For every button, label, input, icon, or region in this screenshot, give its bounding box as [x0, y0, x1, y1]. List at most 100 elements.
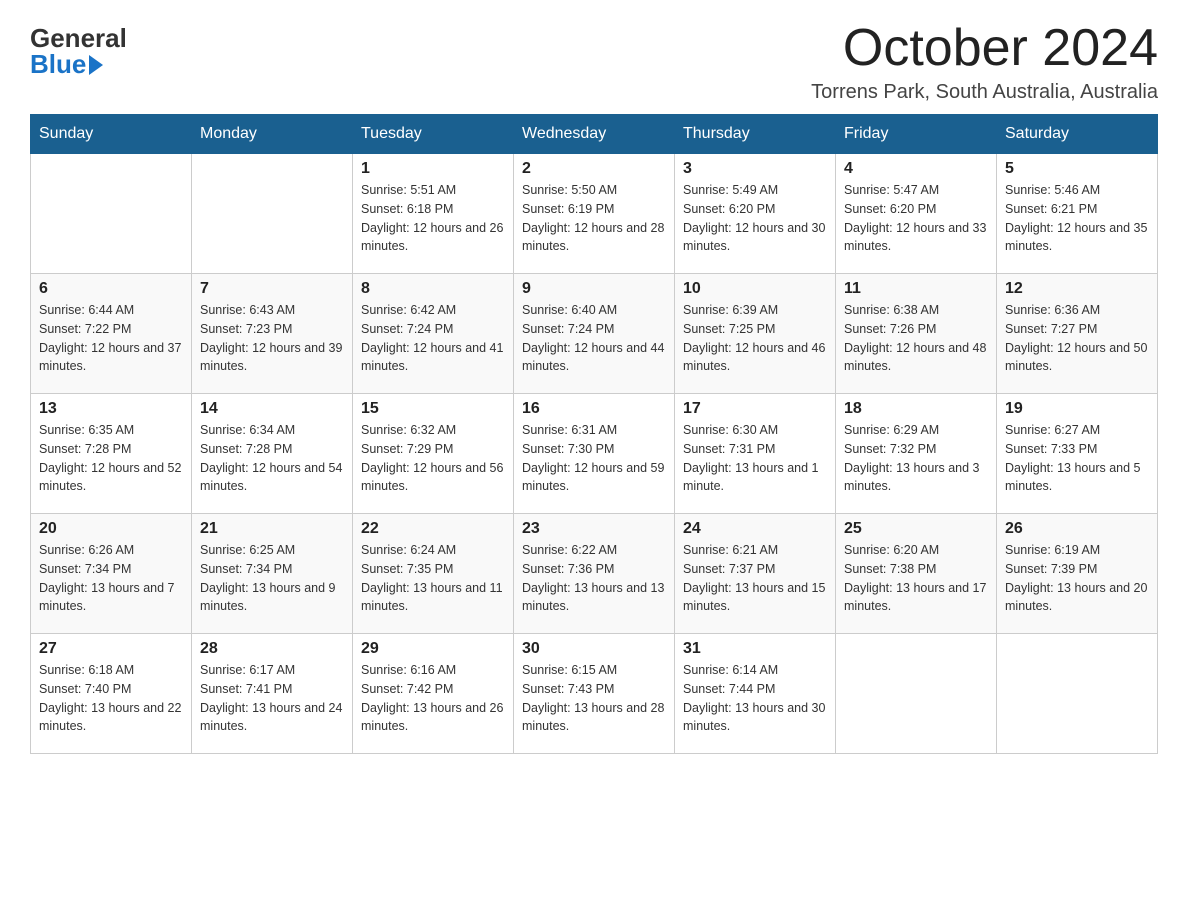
- header-sunday: Sunday: [31, 115, 192, 154]
- calendar-week-row: 13 Sunrise: 6:35 AM Sunset: 7:28 PM Dayli…: [31, 394, 1158, 514]
- logo-blue-text: Blue: [30, 51, 86, 77]
- day-number: 2: [522, 160, 666, 178]
- calendar-week-row: 20 Sunrise: 6:26 AM Sunset: 7:34 PM Dayli…: [31, 514, 1158, 634]
- day-info: Sunrise: 6:17 AM Sunset: 7:41 PM Dayligh…: [200, 661, 344, 736]
- day-info: Sunrise: 6:40 AM Sunset: 7:24 PM Dayligh…: [522, 301, 666, 376]
- day-info: Sunrise: 6:26 AM Sunset: 7:34 PM Dayligh…: [39, 541, 183, 616]
- table-row: 20 Sunrise: 6:26 AM Sunset: 7:34 PM Dayli…: [31, 514, 192, 634]
- calendar-week-row: 27Sunrise: 6:18 AM Sunset: 7:40 PM Dayli…: [31, 634, 1158, 754]
- day-info: Sunrise: 6:38 AM Sunset: 7:26 PM Dayligh…: [844, 301, 988, 376]
- day-number: 26: [1005, 520, 1149, 538]
- day-info: Sunrise: 6:15 AM Sunset: 7:43 PM Dayligh…: [522, 661, 666, 736]
- logo: General Blue: [30, 25, 127, 77]
- table-row: 14Sunrise: 6:34 AM Sunset: 7:28 PM Dayli…: [192, 394, 353, 514]
- day-number: 12: [1005, 280, 1149, 298]
- logo-arrow-icon: [89, 55, 103, 75]
- day-number: 18: [844, 400, 988, 418]
- table-row: 9 Sunrise: 6:40 AM Sunset: 7:24 PM Daylig…: [514, 274, 675, 394]
- day-number: 25: [844, 520, 988, 538]
- table-row: [836, 634, 997, 754]
- table-row: 25 Sunrise: 6:20 AM Sunset: 7:38 PM Dayli…: [836, 514, 997, 634]
- day-number: 4: [844, 160, 988, 178]
- table-row: 13 Sunrise: 6:35 AM Sunset: 7:28 PM Dayli…: [31, 394, 192, 514]
- header-monday: Monday: [192, 115, 353, 154]
- day-number: 8: [361, 280, 505, 298]
- day-number: 20: [39, 520, 183, 538]
- table-row: 21Sunrise: 6:25 AM Sunset: 7:34 PM Dayli…: [192, 514, 353, 634]
- table-row: 23Sunrise: 6:22 AM Sunset: 7:36 PM Dayli…: [514, 514, 675, 634]
- day-info: Sunrise: 6:22 AM Sunset: 7:36 PM Dayligh…: [522, 541, 666, 616]
- day-info: Sunrise: 6:30 AM Sunset: 7:31 PM Dayligh…: [683, 421, 827, 496]
- table-row: 30 Sunrise: 6:15 AM Sunset: 7:43 PM Dayli…: [514, 634, 675, 754]
- calendar-week-row: 6 Sunrise: 6:44 AM Sunset: 7:22 PM Daylig…: [31, 274, 1158, 394]
- day-number: 1: [361, 160, 505, 178]
- day-number: 13: [39, 400, 183, 418]
- day-info: Sunrise: 6:42 AM Sunset: 7:24 PM Dayligh…: [361, 301, 505, 376]
- table-row: 7 Sunrise: 6:43 AM Sunset: 7:23 PM Daylig…: [192, 274, 353, 394]
- day-number: 29: [361, 640, 505, 658]
- header-tuesday: Tuesday: [353, 115, 514, 154]
- table-row: 1Sunrise: 5:51 AM Sunset: 6:18 PM Daylig…: [353, 154, 514, 274]
- table-row: 31 Sunrise: 6:14 AM Sunset: 7:44 PM Dayli…: [675, 634, 836, 754]
- day-info: Sunrise: 6:25 AM Sunset: 7:34 PM Dayligh…: [200, 541, 344, 616]
- day-number: 30: [522, 640, 666, 658]
- day-number: 10: [683, 280, 827, 298]
- title-section: October 2024 Torrens Park, South Austral…: [811, 20, 1158, 104]
- table-row: 27Sunrise: 6:18 AM Sunset: 7:40 PM Dayli…: [31, 634, 192, 754]
- table-row: 28 Sunrise: 6:17 AM Sunset: 7:41 PM Dayli…: [192, 634, 353, 754]
- table-row: 16Sunrise: 6:31 AM Sunset: 7:30 PM Dayli…: [514, 394, 675, 514]
- day-number: 6: [39, 280, 183, 298]
- header-thursday: Thursday: [675, 115, 836, 154]
- day-number: 9: [522, 280, 666, 298]
- day-info: Sunrise: 6:27 AM Sunset: 7:33 PM Dayligh…: [1005, 421, 1149, 496]
- day-info: Sunrise: 6:39 AM Sunset: 7:25 PM Dayligh…: [683, 301, 827, 376]
- day-info: Sunrise: 6:34 AM Sunset: 7:28 PM Dayligh…: [200, 421, 344, 496]
- day-info: Sunrise: 6:18 AM Sunset: 7:40 PM Dayligh…: [39, 661, 183, 736]
- logo-general-text: General: [30, 25, 127, 51]
- table-row: [192, 154, 353, 274]
- table-row: 4 Sunrise: 5:47 AM Sunset: 6:20 PM Daylig…: [836, 154, 997, 274]
- table-row: 2Sunrise: 5:50 AM Sunset: 6:19 PM Daylig…: [514, 154, 675, 274]
- table-row: 17 Sunrise: 6:30 AM Sunset: 7:31 PM Dayli…: [675, 394, 836, 514]
- day-number: 17: [683, 400, 827, 418]
- table-row: 22 Sunrise: 6:24 AM Sunset: 7:35 PM Dayli…: [353, 514, 514, 634]
- day-info: Sunrise: 6:35 AM Sunset: 7:28 PM Dayligh…: [39, 421, 183, 496]
- day-info: Sunrise: 6:14 AM Sunset: 7:44 PM Dayligh…: [683, 661, 827, 736]
- month-title: October 2024: [811, 20, 1158, 77]
- table-row: 26 Sunrise: 6:19 AM Sunset: 7:39 PM Dayli…: [997, 514, 1158, 634]
- day-info: Sunrise: 5:46 AM Sunset: 6:21 PM Dayligh…: [1005, 181, 1149, 256]
- day-info: Sunrise: 6:20 AM Sunset: 7:38 PM Dayligh…: [844, 541, 988, 616]
- table-row: 8 Sunrise: 6:42 AM Sunset: 7:24 PM Daylig…: [353, 274, 514, 394]
- day-number: 3: [683, 160, 827, 178]
- table-row: 18 Sunrise: 6:29 AM Sunset: 7:32 PM Dayli…: [836, 394, 997, 514]
- header-saturday: Saturday: [997, 115, 1158, 154]
- day-info: Sunrise: 6:44 AM Sunset: 7:22 PM Dayligh…: [39, 301, 183, 376]
- calendar-header-row: Sunday Monday Tuesday Wednesday Thursday…: [31, 115, 1158, 154]
- table-row: 24Sunrise: 6:21 AM Sunset: 7:37 PM Dayli…: [675, 514, 836, 634]
- table-row: 11 Sunrise: 6:38 AM Sunset: 7:26 PM Dayli…: [836, 274, 997, 394]
- day-number: 28: [200, 640, 344, 658]
- day-info: Sunrise: 6:24 AM Sunset: 7:35 PM Dayligh…: [361, 541, 505, 616]
- day-number: 7: [200, 280, 344, 298]
- day-info: Sunrise: 6:19 AM Sunset: 7:39 PM Dayligh…: [1005, 541, 1149, 616]
- day-number: 19: [1005, 400, 1149, 418]
- table-row: 19 Sunrise: 6:27 AM Sunset: 7:33 PM Dayli…: [997, 394, 1158, 514]
- day-info: Sunrise: 5:47 AM Sunset: 6:20 PM Dayligh…: [844, 181, 988, 256]
- table-row: 15Sunrise: 6:32 AM Sunset: 7:29 PM Dayli…: [353, 394, 514, 514]
- table-row: [997, 634, 1158, 754]
- day-info: Sunrise: 6:43 AM Sunset: 7:23 PM Dayligh…: [200, 301, 344, 376]
- location-text: Torrens Park, South Australia, Australia: [811, 81, 1158, 104]
- table-row: 5Sunrise: 5:46 AM Sunset: 6:21 PM Daylig…: [997, 154, 1158, 274]
- day-number: 16: [522, 400, 666, 418]
- day-info: Sunrise: 6:36 AM Sunset: 7:27 PM Dayligh…: [1005, 301, 1149, 376]
- day-info: Sunrise: 6:29 AM Sunset: 7:32 PM Dayligh…: [844, 421, 988, 496]
- day-number: 31: [683, 640, 827, 658]
- header-wednesday: Wednesday: [514, 115, 675, 154]
- day-number: 11: [844, 280, 988, 298]
- calendar-table: Sunday Monday Tuesday Wednesday Thursday…: [30, 114, 1158, 754]
- day-info: Sunrise: 5:49 AM Sunset: 6:20 PM Dayligh…: [683, 181, 827, 256]
- day-number: 22: [361, 520, 505, 538]
- day-info: Sunrise: 6:32 AM Sunset: 7:29 PM Dayligh…: [361, 421, 505, 496]
- table-row: [31, 154, 192, 274]
- day-info: Sunrise: 6:21 AM Sunset: 7:37 PM Dayligh…: [683, 541, 827, 616]
